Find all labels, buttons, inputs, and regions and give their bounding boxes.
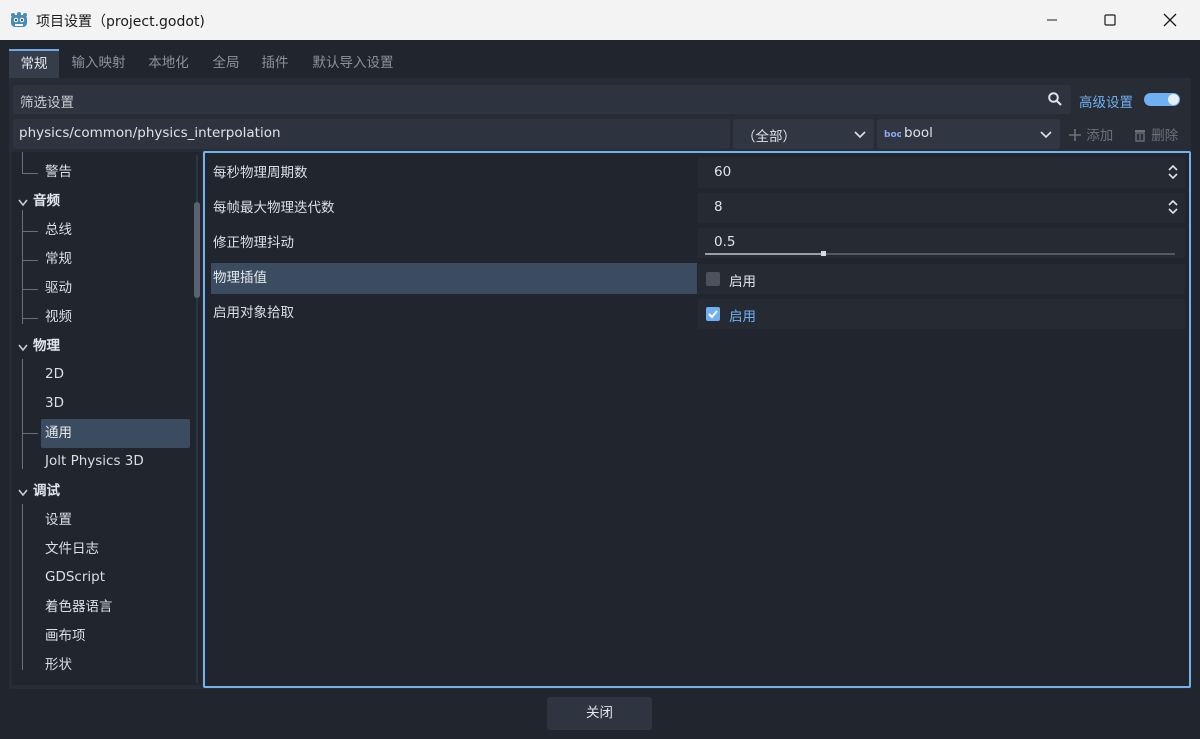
tree-guide: [22, 210, 23, 324]
trash-icon: [1135, 130, 1145, 142]
tab-plugins[interactable]: 插件: [256, 49, 294, 78]
tree-item-warnings[interactable]: 警告: [45, 158, 72, 186]
physics-ticks-spinbox[interactable]: 60: [698, 158, 1185, 188]
delete-property-button[interactable]: 删除: [1133, 124, 1178, 144]
slider-grabber[interactable]: [820, 251, 826, 256]
spinbox-value: 8: [714, 199, 723, 215]
tree-item-canvas-items[interactable]: 画布项: [45, 622, 86, 650]
minimize-icon: [1047, 19, 1057, 21]
delete-label: 删除: [1151, 128, 1179, 144]
tree-guide: [22, 433, 38, 434]
tree-item-driver[interactable]: 驱动: [45, 274, 72, 302]
search-icon: [1048, 92, 1062, 110]
maximize-icon: [1104, 14, 1116, 26]
tree-guide: [22, 260, 38, 261]
tree-category-physics[interactable]: 物理: [33, 332, 60, 360]
close-button[interactable]: 关闭: [547, 697, 652, 730]
tree-item-gdscript[interactable]: GDScript: [45, 563, 105, 591]
scope-dropdown[interactable]: （全部）: [733, 119, 874, 149]
scope-value: （全部）: [742, 129, 796, 145]
maximize-button[interactable]: [1080, 0, 1140, 40]
tree-guide: [22, 289, 38, 290]
plus-icon: [1069, 129, 1081, 141]
filter-settings-input[interactable]: 筛选设置: [13, 85, 1071, 114]
settings-category-tree[interactable]: 警告 音频 总线 常规 驱动 视频 物理 2D 3D 通用 Jolt Physi…: [12, 152, 202, 685]
checkbox-checked[interactable]: [706, 307, 720, 321]
slider-fill: [705, 253, 823, 255]
tree-guide: [22, 173, 38, 174]
close-window-button[interactable]: [1140, 0, 1200, 40]
filter-placeholder: 筛选设置: [20, 95, 74, 111]
selected-row-highlight: [211, 263, 697, 294]
tree-guide: [22, 231, 38, 232]
tree-item-common[interactable]: 通用: [45, 419, 72, 447]
tree-item-jolt-physics-3d[interactable]: Jolt Physics 3D: [45, 447, 144, 475]
tree-item-general[interactable]: 常规: [45, 245, 72, 273]
checkmark-icon: [708, 310, 718, 319]
godot-icon: [10, 11, 28, 29]
tree-item-file-logging[interactable]: 文件日志: [45, 535, 99, 563]
tree-item-bus[interactable]: 总线: [45, 216, 72, 244]
tree-category-debug[interactable]: 调试: [33, 477, 60, 505]
property-path-input[interactable]: physics/common/physics_interpolation: [13, 119, 730, 149]
object-picking-checkbox-field[interactable]: 启用: [698, 299, 1185, 329]
tree-item-video[interactable]: 视频: [45, 303, 72, 331]
tree-guide: [22, 318, 38, 319]
window-title: 项目设置（project.godot): [36, 14, 205, 30]
physics-interpolation-checkbox-field[interactable]: 启用: [698, 264, 1185, 294]
toggle-knob: [1168, 94, 1179, 105]
type-dropdown[interactable]: bool bool: [877, 119, 1060, 149]
tab-general[interactable]: 常规: [9, 49, 59, 78]
tab-import-defaults[interactable]: 默认导入设置: [305, 49, 401, 78]
bool-type-icon: bool: [884, 127, 906, 143]
tree-guide: [22, 152, 23, 173]
jitter-fix-slider-field[interactable]: 0.5: [698, 228, 1185, 258]
property-inspector: 每秒物理周期数 60 每帧最大物理迭代数 8 修正物理抖动 0.5 物理插值 启…: [203, 151, 1191, 688]
chevron-down-icon: [854, 128, 866, 144]
chevron-down-icon[interactable]: [18, 485, 28, 501]
close-icon: [1163, 13, 1177, 27]
tree-item-settings[interactable]: 设置: [45, 506, 72, 534]
chevron-down-icon[interactable]: [18, 340, 28, 356]
chevron-down-icon[interactable]: [18, 195, 28, 211]
property-label: 物理插值: [213, 270, 267, 286]
property-label: 修正物理抖动: [213, 235, 294, 251]
advanced-settings-toggle[interactable]: [1144, 93, 1180, 106]
tree-category-audio[interactable]: 音频: [33, 187, 60, 215]
tab-bar: 常规 输入映射 本地化 全局 插件 默认导入设置: [9, 49, 1191, 78]
tree-item-shapes[interactable]: 形状: [45, 651, 72, 679]
add-property-button[interactable]: 添加: [1068, 124, 1113, 144]
spinbox-value: 60: [714, 164, 732, 180]
up-down-arrows-icon[interactable]: [1168, 199, 1178, 219]
tree-guide: [22, 359, 23, 469]
checkbox-label: 启用: [729, 274, 756, 290]
svg-text:bool: bool: [884, 130, 901, 139]
up-down-arrows-icon[interactable]: [1168, 164, 1178, 184]
tree-item-2d[interactable]: 2D: [45, 360, 64, 388]
tab-globals[interactable]: 全局: [205, 49, 247, 78]
slider-value: 0.5: [714, 234, 736, 250]
window-title-bar[interactable]: 项目设置（project.godot): [0, 0, 1200, 40]
type-value: bool: [904, 125, 933, 141]
tab-localization[interactable]: 本地化: [141, 49, 196, 78]
tab-input-map[interactable]: 输入映射: [62, 49, 135, 78]
property-label: 启用对象拾取: [213, 305, 294, 321]
property-label: 每秒物理周期数: [213, 165, 308, 181]
checkbox-unchecked[interactable]: [706, 272, 720, 286]
chevron-down-icon: [1040, 128, 1052, 144]
advanced-settings-label: 高级设置: [1079, 95, 1133, 111]
add-label: 添加: [1086, 128, 1114, 144]
property-path-value: physics/common/physics_interpolation: [19, 125, 281, 141]
tree-item-shader-language[interactable]: 着色器语言: [45, 593, 113, 621]
property-label: 每帧最大物理迭代数: [213, 200, 335, 216]
tree-item-3d[interactable]: 3D: [45, 389, 64, 417]
max-physics-steps-spinbox[interactable]: 8: [698, 193, 1185, 223]
sidebar-scrollbar-thumb[interactable]: [194, 202, 200, 298]
tree-guide: [22, 504, 23, 670]
minimize-button[interactable]: [1022, 0, 1082, 40]
checkbox-label: 启用: [729, 309, 756, 325]
